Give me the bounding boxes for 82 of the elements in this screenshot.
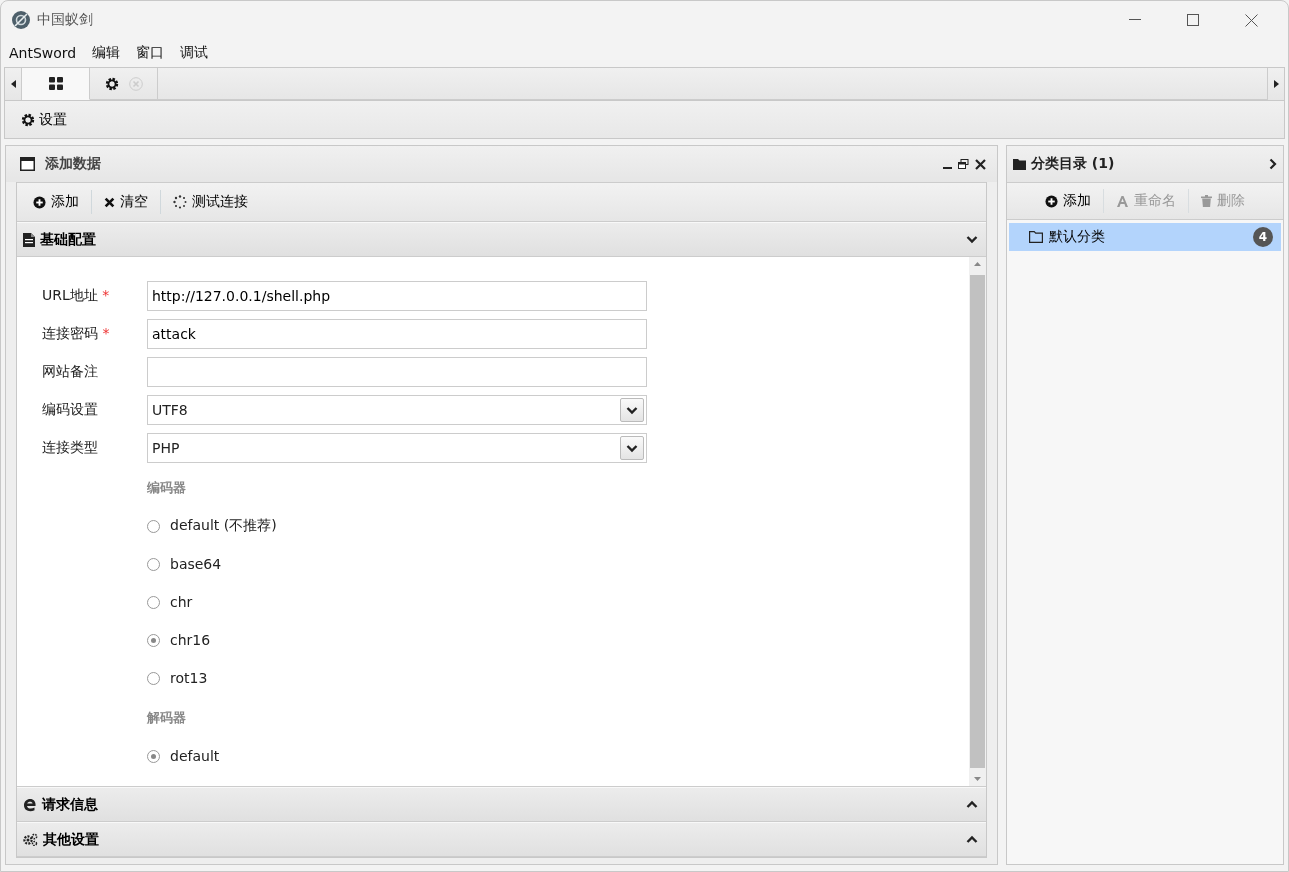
category-item[interactable]: 默认分类 4 [1009,223,1281,251]
field-label: URL地址 [42,287,98,303]
radio-label[interactable]: default (不推荐) [170,517,277,535]
scrollbar[interactable] [969,257,986,786]
radio-button[interactable] [147,557,160,571]
input-field[interactable] [147,357,647,387]
restore-button[interactable] [955,159,972,169]
scroll-up-icon[interactable] [974,262,981,266]
toolbar-button[interactable]: 添加 [1039,190,1097,212]
group-label: 编码器 [147,479,187,497]
section-header[interactable]: 基础配置 [17,222,986,257]
dropdown-field[interactable]: PHP [147,433,647,463]
radio-label[interactable]: chr [170,594,193,610]
required-mark: * [102,325,110,341]
toolbar-button[interactable]: 清空 [98,191,154,213]
chevron-down-icon[interactable] [966,235,978,244]
radio-label[interactable]: base64 [170,556,222,572]
field-label: 连接类型 [42,439,98,455]
close-icon [975,158,986,170]
cross-icon [104,196,115,208]
radio-label[interactable]: default [170,748,220,764]
dropdown-button[interactable] [620,436,644,460]
panel-title: 分类目录 (1) [1031,155,1116,173]
restore-icon [958,159,969,169]
plus-circle-icon [1045,194,1058,208]
menu-item[interactable]: 窗口 [136,44,165,62]
chevron-right-icon [1269,158,1277,170]
required-mark: * [102,287,110,303]
input-field[interactable]: http://127.0.0.1/shell.php [147,281,647,311]
minimize-icon [1129,19,1141,21]
radio-button[interactable] [147,671,160,685]
collapse-button[interactable] [1269,158,1277,170]
field-label: 编码设置 [42,401,98,417]
gear-icon [104,77,119,91]
count-badge: 4 [1253,227,1273,247]
app-logo-icon [11,10,31,30]
menu-item[interactable]: AntSword [9,45,77,61]
tab[interactable] [22,68,90,100]
document-icon [23,232,35,247]
trash-icon [1201,195,1212,207]
menu-item[interactable]: 调试 [180,44,209,62]
folder-icon [1013,158,1026,170]
radio-button[interactable] [147,749,160,763]
folder-outline-icon [1029,231,1043,243]
gear-icon [21,112,35,127]
window-title: 中国蚁剑 [37,11,93,29]
letter-icon [1116,194,1129,208]
gears-icon [23,833,38,846]
close-button[interactable] [972,158,989,170]
triangle-right-icon [1273,80,1279,88]
chevron-down-icon [626,405,638,415]
radio-button[interactable] [147,595,160,609]
radio-label[interactable]: chr16 [170,632,211,648]
chevron-up-icon[interactable] [966,835,978,844]
radio-button[interactable] [147,519,160,533]
maximize-icon [1187,14,1199,26]
menu-item[interactable]: 编辑 [92,44,121,62]
section-header[interactable]: 其他设置 [17,822,986,857]
plus-circle-icon [33,195,46,209]
browser-e-icon [23,797,37,812]
toolbar-button[interactable]: 添加 [27,191,85,213]
dropdown-field[interactable]: UTF8 [147,395,647,425]
section-header[interactable]: 请求信息 [17,787,986,822]
radio-button[interactable] [147,633,160,647]
scroll-down-icon[interactable] [974,777,981,781]
dropdown-button[interactable] [620,398,644,422]
window-icon [20,157,35,171]
field-label: 连接密码 [42,325,98,341]
grid-icon [48,77,63,90]
triangle-left-icon [10,80,16,88]
toolbar-button[interactable]: 测试连接 [167,191,254,213]
field-label: 网站备注 [42,363,98,379]
spinner-icon [173,195,187,209]
chevron-down-icon [626,443,638,453]
settings-button[interactable]: 设置 [19,108,69,131]
chevron-up-icon[interactable] [966,800,978,809]
close-icon [1244,13,1258,27]
input-field[interactable]: attack [147,319,647,349]
radio-label[interactable]: rot13 [170,670,208,686]
minimize-icon [943,167,952,169]
group-label: 解码器 [147,709,187,727]
panel-title: 添加数据 [45,155,102,173]
